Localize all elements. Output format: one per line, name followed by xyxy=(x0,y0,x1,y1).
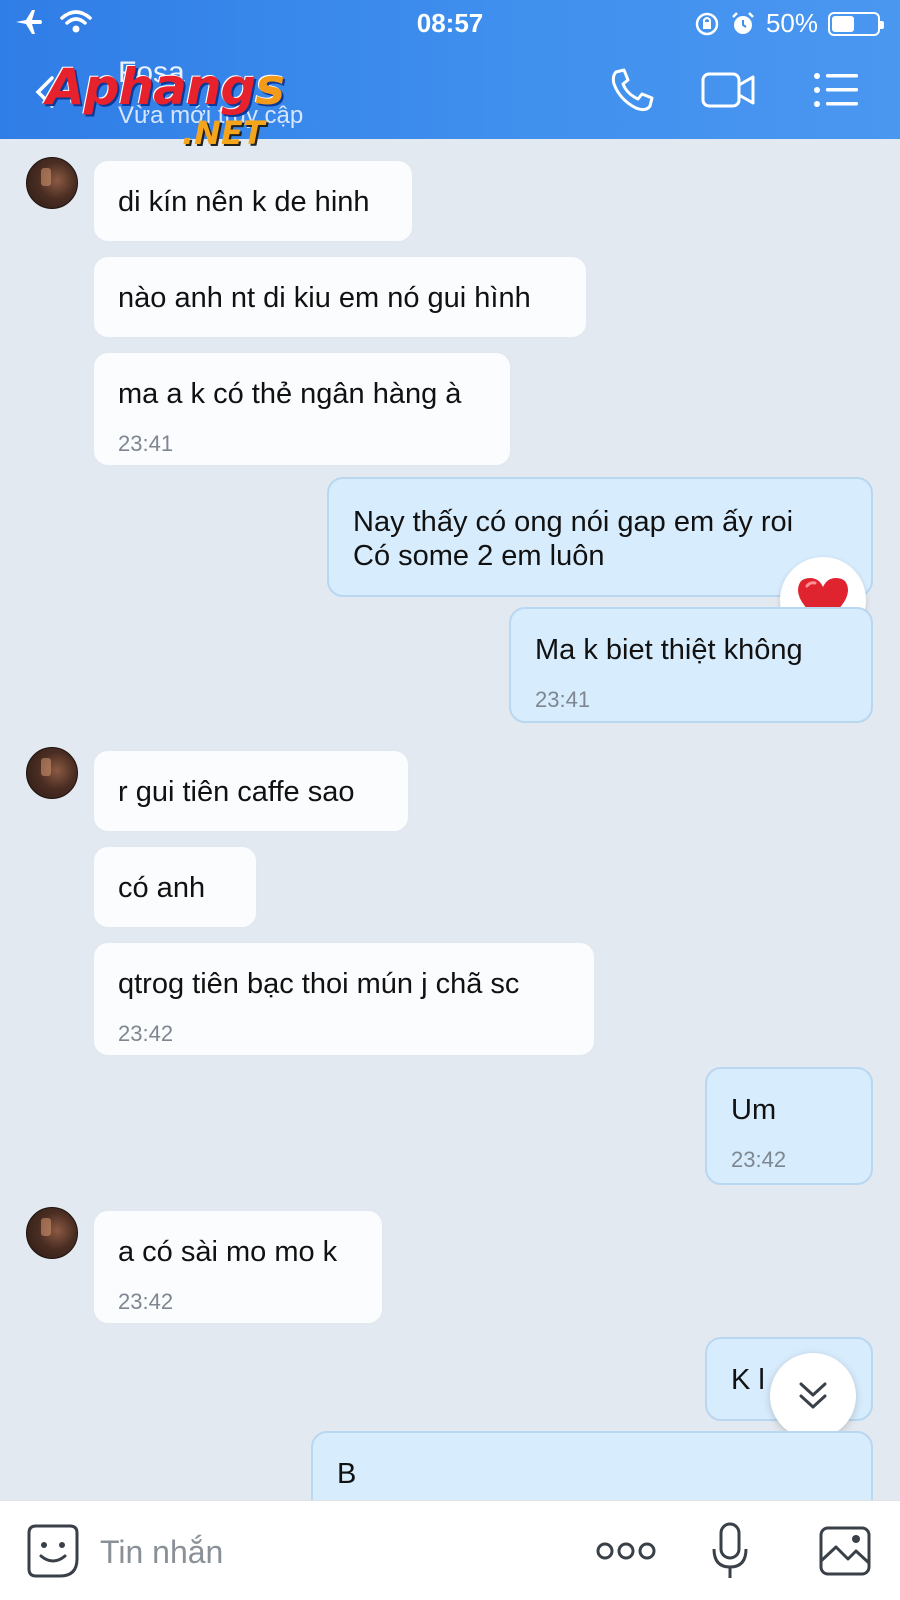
rotation-lock-icon xyxy=(695,12,719,35)
back-button[interactable] xyxy=(30,72,66,112)
scroll-to-bottom-button[interactable] xyxy=(770,1353,856,1439)
message-bubble-incoming[interactable]: r gui tiên caffe sao xyxy=(92,749,410,833)
more-options-button[interactable] xyxy=(596,1537,656,1565)
battery-level xyxy=(832,15,854,32)
message-time: 23:42 xyxy=(118,1021,174,1046)
message-text: Um xyxy=(731,1094,777,1126)
message-input[interactable] xyxy=(100,1527,540,1577)
message-text: nào anh nt di kiu em nó gui hình xyxy=(118,282,531,314)
chevron-left-icon xyxy=(35,76,54,108)
sticker-button[interactable] xyxy=(26,1523,80,1579)
image-icon xyxy=(819,1526,871,1576)
message-text: di kín nên k de hinh xyxy=(118,186,370,218)
video-call-button[interactable] xyxy=(700,66,755,114)
double-chevron-down-icon xyxy=(799,1382,827,1409)
message-bubble-outgoing[interactable]: Ma k biet thiệt không 23:41 xyxy=(509,607,873,723)
avatar[interactable] xyxy=(26,1207,78,1259)
message-text-line2: Có some 2 em luôn xyxy=(353,540,605,572)
message-bubble-incoming[interactable]: a có sài mo mo k 23:42 xyxy=(92,1209,384,1325)
message-time: 23:42 xyxy=(731,1147,787,1172)
message-bubble-outgoing[interactable]: Um 23:42 xyxy=(705,1067,873,1185)
message-text: K l xyxy=(731,1364,765,1396)
alarm-icon xyxy=(732,11,754,34)
message-bubble-incoming[interactable]: ma a k có thẻ ngân hàng à 23:41 xyxy=(92,351,512,467)
microphone-icon xyxy=(712,1522,748,1578)
message-text: Ma k biet thiệt không xyxy=(535,634,803,666)
battery-icon xyxy=(828,11,884,36)
message-bubble-incoming[interactable]: có anh xyxy=(92,845,258,929)
status-bar: 08:57 50% xyxy=(0,0,900,44)
message-time: 23:41 xyxy=(118,431,174,456)
message-text: r gui tiên caffe sao xyxy=(118,776,355,808)
message-text: qtrog tiên bạc thoi mún j chã sc xyxy=(118,968,520,1000)
message-text: Nay thấy có ong nói gap em ấy roi xyxy=(353,506,794,538)
video-icon xyxy=(701,72,755,108)
call-button[interactable] xyxy=(606,66,658,114)
avatar[interactable] xyxy=(26,157,78,209)
message-text: B xyxy=(337,1458,357,1490)
message-time: 23:41 xyxy=(535,687,591,712)
send-image-button[interactable] xyxy=(818,1525,872,1577)
status-icons-right: 50% xyxy=(694,8,884,39)
message-bubble-outgoing[interactable]: B xyxy=(311,1431,873,1500)
message-text: ma a k có thẻ ngân hàng à xyxy=(118,378,462,410)
more-dots-icon xyxy=(596,1542,656,1560)
battery-percent: 50% xyxy=(765,8,818,38)
message-bubble-incoming[interactable]: di kín nên k de hinh xyxy=(92,159,414,243)
phone-icon xyxy=(611,68,654,112)
avatar[interactable] xyxy=(26,747,78,799)
voice-message-button[interactable] xyxy=(710,1521,750,1581)
message-composer xyxy=(0,1500,900,1600)
message-text: có anh xyxy=(118,872,206,904)
message-text: a có sài mo mo k xyxy=(118,1236,338,1268)
message-time: 23:42 xyxy=(118,1289,174,1314)
options-button[interactable] xyxy=(812,66,864,114)
menu-icon xyxy=(814,73,858,107)
sticker-icon xyxy=(27,1524,79,1578)
message-bubble-incoming[interactable]: qtrog tiên bạc thoi mún j chã sc 23:42 xyxy=(92,941,596,1057)
contact-name[interactable]: Fosa xyxy=(118,56,185,90)
chat-header: 08:57 50% Fosa Vừa mới truy cập Aphangs xyxy=(0,0,900,152)
contact-status: Vừa mới truy cập xyxy=(118,102,304,129)
message-list[interactable]: di kín nên k de hinh nào anh nt di kiu e… xyxy=(0,139,900,1500)
message-bubble-incoming[interactable]: nào anh nt di kiu em nó gui hình xyxy=(92,255,588,339)
